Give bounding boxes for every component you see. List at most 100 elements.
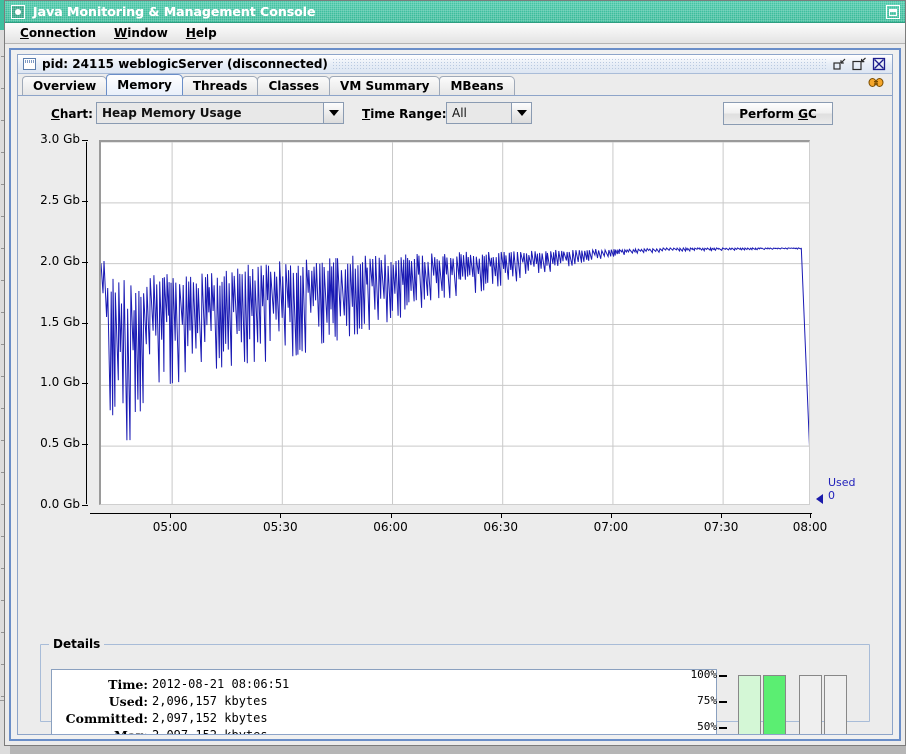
- memory-gauges: 100%75%50%25%0%HeapNon-Heap: [675, 665, 865, 734]
- time-range-label: Time Range:: [362, 107, 447, 121]
- internal-frame-titlebar[interactable]: pid: 24115 weblogicServer (disconnected): [18, 55, 892, 74]
- y-axis-tick-mark: [82, 383, 88, 384]
- gauge-percent-label: 100%: [691, 668, 718, 681]
- legend-series-value: 0: [828, 489, 856, 502]
- gauge-bar-heap-committed: [738, 675, 761, 734]
- details-legend: Details: [49, 637, 104, 651]
- plot-area[interactable]: [99, 140, 810, 505]
- chevron-down-icon[interactable]: [511, 103, 531, 123]
- internal-frame: pid: 24115 weblogicServer (disconnected): [17, 54, 893, 735]
- chart-select-value: Heap Memory Usage: [97, 106, 323, 120]
- y-axis-tick-mark: [82, 140, 88, 141]
- tab-overview[interactable]: Overview: [22, 76, 107, 95]
- memory-chart: 0.0 Gb0.5 Gb1.0 Gb1.5 Gb2.0 Gb2.5 Gb3.0 …: [18, 132, 892, 636]
- time-range-select[interactable]: All: [446, 102, 532, 124]
- table-row: Max: 2,097,152 kbytes: [52, 727, 716, 734]
- details-group: Details Time: 2012-08-21 08:06:51 Used:: [40, 644, 870, 722]
- x-axis-tick-label: 05:00: [153, 520, 188, 534]
- close-icon[interactable]: [872, 57, 886, 71]
- chevron-down-icon[interactable]: [323, 103, 343, 123]
- x-axis-tick-mark: [810, 513, 811, 518]
- x-axis-tick-label: 07:30: [704, 520, 739, 534]
- y-axis-tick-label: 0.5 Gb: [18, 436, 80, 450]
- legend-series-name: Used: [828, 476, 856, 489]
- titlebar-buttons: [886, 5, 900, 19]
- y-axis-tick-mark: [82, 505, 88, 506]
- gauge-bar-fill: [764, 676, 785, 734]
- y-axis-tick-mark: [82, 201, 88, 202]
- gauge-tick-mark: [719, 675, 727, 677]
- detail-key: Committed:: [52, 710, 152, 727]
- x-axis-tick-label: 06:00: [373, 520, 408, 534]
- x-axis-tick-mark: [391, 513, 392, 518]
- window-title: Java Monitoring & Management Console: [33, 4, 316, 19]
- restore-icon[interactable]: [886, 5, 900, 19]
- frame-icon: [23, 58, 36, 70]
- y-axis-tick-label: 0.0 Gb: [18, 497, 80, 511]
- x-axis-tick-mark: [611, 513, 612, 518]
- tab-mbeans[interactable]: MBeans: [439, 76, 514, 95]
- connection-status-icon[interactable]: [868, 76, 884, 92]
- chart-label: Chart:: [51, 107, 93, 121]
- y-axis-tick-label: 3.0 Gb: [18, 132, 80, 146]
- y-axis-tick-label: 2.5 Gb: [18, 193, 80, 207]
- tab-label: VM Summary: [340, 79, 429, 93]
- table-row: Time: 2012-08-21 08:06:51: [52, 676, 716, 693]
- tab-label: Threads: [193, 79, 248, 93]
- x-axis-tick-label: 08:00: [793, 520, 828, 534]
- internal-frame-title: pid: 24115 weblogicServer (disconnected): [42, 57, 328, 71]
- tab-classes[interactable]: Classes: [257, 76, 330, 95]
- table-row: Committed: 2,097,152 kbytes: [52, 710, 716, 727]
- app-icon: [11, 5, 25, 19]
- detail-value: 2,097,152 kbytes: [152, 710, 716, 727]
- detail-value: 2,097,152 kbytes: [152, 727, 716, 734]
- maximize-icon[interactable]: [852, 57, 866, 71]
- table-row: Used: 2,096,157 kbytes: [52, 693, 716, 710]
- tab-label: MBeans: [450, 79, 503, 93]
- details-table: Time: 2012-08-21 08:06:51 Used: 2,096,15…: [52, 676, 716, 734]
- menu-connection[interactable]: CConnectiononnection: [11, 24, 105, 42]
- menu-help[interactable]: Help: [177, 24, 226, 42]
- gauge-bar-fill: [739, 676, 760, 734]
- x-axis-tick-mark: [501, 513, 502, 518]
- y-axis-tick-label: 2.0 Gb: [18, 254, 80, 268]
- time-range-value: All: [447, 106, 511, 120]
- application-window: Java Monitoring & Management Console CCo…: [4, 0, 906, 746]
- tab-label: Memory: [117, 78, 172, 92]
- tab-memory[interactable]: Memory: [106, 74, 183, 95]
- internal-frame-buttons: [832, 57, 886, 71]
- menu-window[interactable]: Window: [105, 24, 177, 42]
- titlebar-filler: [332, 58, 828, 71]
- perform-gc-button[interactable]: Perform GC: [723, 102, 833, 125]
- detail-value: 2,096,157 kbytes: [152, 693, 716, 710]
- tab-vm-summary[interactable]: VM Summary: [329, 76, 440, 95]
- gauge-tick-mark: [719, 727, 727, 729]
- minimize-icon[interactable]: [832, 57, 846, 71]
- x-axis-tick-mark: [280, 513, 281, 518]
- gauge-bar-heap-used: [763, 675, 786, 734]
- x-axis-tick-label: 06:30: [483, 520, 518, 534]
- gauge-bar-non-heap-used: [824, 675, 847, 734]
- y-axis-tick-label: 1.5 Gb: [18, 315, 80, 329]
- window-titlebar[interactable]: Java Monitoring & Management Console: [5, 1, 905, 23]
- tab-label: Overview: [33, 79, 96, 93]
- tab-threads[interactable]: Threads: [182, 76, 259, 95]
- gauge-percent-label: 75%: [697, 694, 717, 707]
- gauge-bar-non-heap-committed: [799, 675, 822, 734]
- detail-value: 2012-08-21 08:06:51: [152, 676, 716, 693]
- memory-tab-panel: Chart: Heap Memory Usage Time Range: All: [18, 96, 892, 734]
- x-axis-tick-label: 07:00: [594, 520, 629, 534]
- x-axis-tick-mark: [721, 513, 722, 518]
- detail-key: Used:: [52, 693, 152, 710]
- y-axis-tick-mark: [82, 323, 88, 324]
- chart-select[interactable]: Heap Memory Usage: [96, 102, 344, 124]
- chart-series-used: [101, 248, 810, 505]
- tab-label: Classes: [268, 79, 319, 93]
- menubar: CConnectiononnection Window Help: [5, 23, 905, 44]
- details-text-area[interactable]: Time: 2012-08-21 08:06:51 Used: 2,096,15…: [51, 669, 717, 734]
- detail-key: Time:: [52, 676, 152, 693]
- perform-gc-label: Perform GC: [739, 107, 817, 121]
- desktop-pane: pid: 24115 weblogicServer (disconnected): [9, 48, 901, 741]
- gauge-percent-label: 50%: [697, 720, 717, 733]
- x-axis-tick-label: 05:30: [263, 520, 298, 534]
